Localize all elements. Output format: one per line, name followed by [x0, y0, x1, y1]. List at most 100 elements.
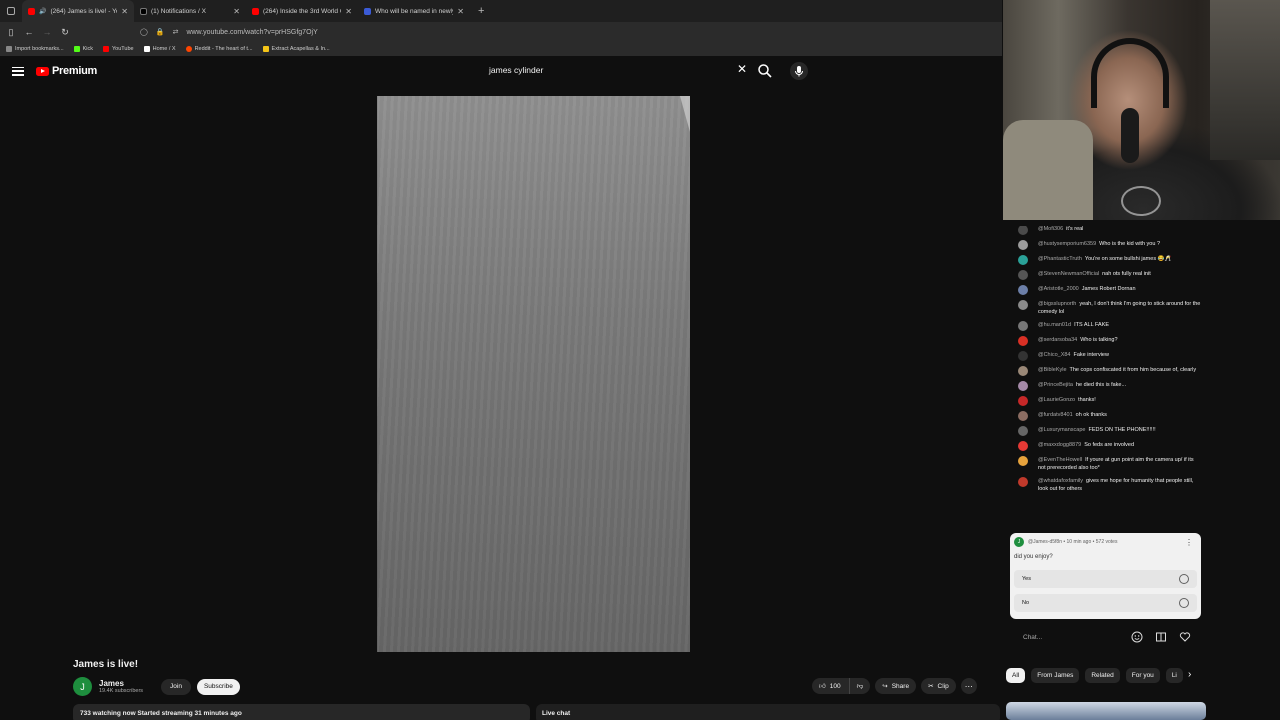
search-icon[interactable] — [756, 62, 774, 80]
chat-text: Who is talking? — [1080, 337, 1118, 343]
youtube-logo[interactable]: Premium — [36, 65, 97, 77]
chip-live[interactable]: Li — [1165, 668, 1183, 683]
chat-avatar[interactable] — [1018, 426, 1028, 436]
browser-tab-3[interactable]: (264) Inside the 3rd World City ✕ — [246, 0, 358, 22]
microphone-icon[interactable] — [790, 62, 808, 80]
menu-icon[interactable] — [12, 66, 24, 76]
chat-author[interactable]: @whatdafoxfamily — [1038, 478, 1083, 484]
heart-icon[interactable] — [1179, 631, 1191, 643]
chat-avatar[interactable] — [1018, 336, 1028, 346]
chat-avatar[interactable] — [1018, 270, 1028, 280]
channel-name[interactable]: James — [99, 679, 143, 688]
chat-text: it's real — [1066, 226, 1084, 232]
chat-author[interactable]: @serdarsoba34 — [1038, 337, 1077, 343]
chat-author[interactable]: @bigsslupnorth — [1038, 301, 1076, 307]
chat-avatar[interactable] — [1018, 240, 1028, 250]
poll-option-label: Yes — [1022, 576, 1031, 582]
recommended-video-thumbnail[interactable] — [1006, 702, 1206, 720]
bookmark-import[interactable]: Import bookmarks... — [6, 46, 64, 52]
chat-message: @BibleKyle The cops confiscated it from h… — [1006, 366, 1206, 376]
more-actions-icon[interactable]: ⋯ — [960, 678, 977, 694]
browser-tab-1[interactable]: 🔊 (264) James is live! - YouTu ✕ — [22, 0, 134, 22]
bookmark-kick[interactable]: Kick — [73, 46, 93, 52]
channel-avatar[interactable]: J — [73, 677, 92, 696]
subscribe-button[interactable]: Subscribe — [196, 678, 240, 695]
close-tab-icon[interactable]: ✕ — [345, 7, 352, 16]
chat-text: Fake interview — [1073, 352, 1109, 358]
chip-all[interactable]: All — [1006, 668, 1026, 683]
tab-actions-icon[interactable] — [0, 0, 22, 22]
video-player[interactable] — [377, 96, 690, 652]
close-tab-icon[interactable]: ✕ — [121, 7, 128, 16]
chat-avatar[interactable] — [1018, 300, 1028, 310]
like-button[interactable]: 👍︎ 100 — [812, 678, 849, 694]
reload-icon[interactable]: ↻ — [58, 25, 72, 39]
chip-related[interactable]: Related — [1085, 668, 1120, 683]
bookmark-x[interactable]: Home / X — [143, 46, 176, 52]
new-tab-icon[interactable]: + — [470, 5, 492, 17]
clip-button[interactable]: ✂ Clip — [921, 678, 956, 694]
chat-author[interactable]: @PhantasticTruth — [1038, 256, 1082, 262]
chat-author[interactable]: @hustysemporium6359 — [1038, 241, 1096, 247]
chat-author[interactable]: @Luxurymanscape — [1038, 427, 1085, 433]
bookmark-youtube[interactable]: YouTube — [103, 46, 134, 52]
chat-avatar[interactable] — [1018, 411, 1028, 421]
live-chat-header[interactable]: Live chat — [536, 704, 1000, 720]
chat-avatar[interactable] — [1018, 285, 1028, 295]
chat-avatar[interactable] — [1018, 441, 1028, 451]
live-chat-messages[interactable]: @Mofi306 it's real @hustysemporium6359 Who … — [1006, 226, 1206, 534]
back-icon[interactable]: ← — [22, 25, 36, 39]
chat-avatar[interactable] — [1018, 366, 1028, 376]
chat-author[interactable]: @Mofi306 — [1038, 226, 1063, 232]
forward-icon[interactable]: → — [40, 25, 54, 39]
chat-avatar[interactable] — [1018, 456, 1028, 466]
search-input[interactable]: james cylinder ✕ — [480, 58, 752, 82]
browser-tab-2[interactable]: (1) Notifications / X ✕ — [134, 0, 246, 22]
chat-text: oh ok thanks — [1075, 412, 1107, 418]
chevron-right-icon[interactable]: › — [1188, 669, 1191, 680]
radio-icon[interactable] — [1179, 574, 1189, 584]
chat-message-body: @BibleKyle The cops confiscated it from h… — [1038, 367, 1196, 375]
chat-input[interactable]: Chat... — [1016, 629, 1136, 645]
chat-author[interactable]: @StevenNewmanOfficial — [1038, 271, 1099, 277]
dislike-button[interactable]: 👎︎ — [848, 678, 871, 694]
chat-avatar[interactable] — [1018, 381, 1028, 391]
chip-from-james[interactable]: From James — [1031, 668, 1080, 683]
radio-icon[interactable] — [1179, 598, 1189, 608]
share-button[interactable]: ↪ Share — [875, 678, 917, 694]
join-button[interactable]: Join — [161, 678, 191, 695]
chat-author[interactable]: @maxxdogg8879 — [1038, 442, 1081, 448]
poll-option-yes[interactable]: Yes — [1014, 570, 1197, 588]
chat-avatar[interactable] — [1018, 255, 1028, 265]
emoji-icon[interactable] — [1131, 631, 1143, 643]
chat-author[interactable]: @Chico_X84 — [1038, 352, 1071, 358]
description-box[interactable]: 733 watching now Started streaming 31 mi… — [73, 704, 530, 720]
chat-author[interactable]: @hu.man01d — [1038, 322, 1071, 328]
url-field[interactable]: ◯ 🔒 ⇄ www.youtube.com/watch?v=prHSGfg7Oj… — [140, 28, 318, 37]
tab-title: (264) James is live! - YouTu — [50, 7, 117, 15]
close-tab-icon[interactable]: ✕ — [233, 7, 240, 16]
chat-avatar[interactable] — [1018, 321, 1028, 331]
chat-author[interactable]: @furdatv8401 — [1038, 412, 1073, 418]
clear-search-icon[interactable]: ✕ — [737, 62, 747, 76]
chat-author[interactable]: @EvenTheHowell — [1038, 457, 1082, 463]
close-tab-icon[interactable]: ✕ — [457, 7, 464, 16]
super-chat-icon[interactable] — [1155, 631, 1167, 643]
poll-menu-icon[interactable]: ⋮ — [1185, 538, 1193, 547]
chat-avatar[interactable] — [1018, 226, 1028, 235]
chat-avatar[interactable] — [1018, 477, 1028, 487]
chat-author[interactable]: @PrinceBejita — [1038, 382, 1073, 388]
poll-option-no[interactable]: No — [1014, 594, 1197, 612]
chat-author[interactable]: @BibleKyle — [1038, 367, 1067, 373]
chat-author[interactable]: @LaurieGonzo — [1038, 397, 1075, 403]
bookmark-acapellas[interactable]: Extract Acapellas & In... — [262, 46, 330, 52]
browser-tab-4[interactable]: Who will be named in newly re ✕ — [358, 0, 470, 22]
sidebar-toggle-icon[interactable]: ▯ — [4, 25, 18, 39]
chat-author[interactable]: @Aristotle_2000 — [1038, 286, 1079, 292]
chip-for-you[interactable]: For you — [1125, 668, 1160, 683]
chat-avatar[interactable] — [1018, 396, 1028, 406]
address-bar-row: ▯ ← → ↻ ◯ 🔒 ⇄ www.youtube.com/watch?v=pr… — [0, 22, 1002, 42]
share-icon: ↪ — [882, 683, 888, 690]
bookmark-reddit[interactable]: Reddit - The heart of t... — [185, 46, 253, 52]
chat-avatar[interactable] — [1018, 351, 1028, 361]
